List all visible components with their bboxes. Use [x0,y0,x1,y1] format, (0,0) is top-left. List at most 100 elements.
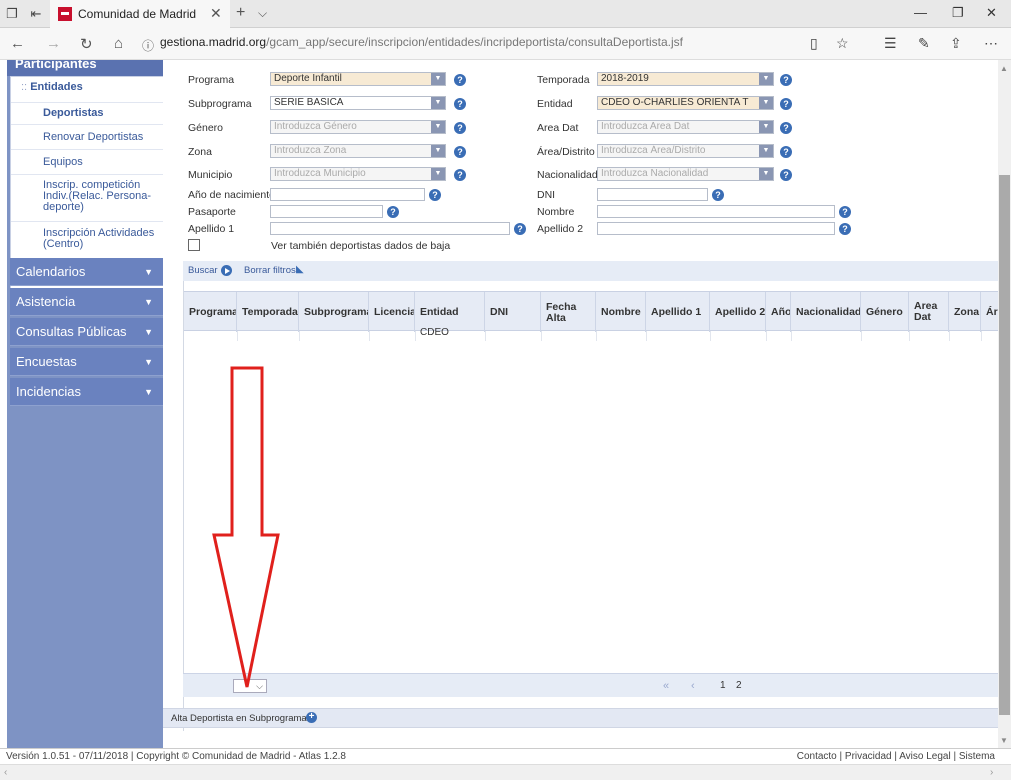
help-icon[interactable]: ? [780,122,792,134]
sidebar-section-incidencias[interactable]: Incidencias ▼ [10,378,163,406]
close-tab-icon[interactable]: ✕ [210,5,222,22]
tab-list-chevron-icon[interactable]: ⌵ [258,6,267,21]
sidebar-item-deportistas[interactable]: Deportistas [11,103,163,125]
page-2-button[interactable]: 2 [736,680,742,691]
add-plus-icon[interactable]: + [306,712,317,723]
col-genero[interactable]: Género [861,292,909,332]
dni-input[interactable] [597,188,708,201]
subprograma-select[interactable]: SERIE BASICA ▼ [270,96,446,110]
first-page-button[interactable]: « [663,680,669,692]
help-icon[interactable]: ? [429,189,441,201]
alta-deportista-button[interactable]: Alta Deportista en Subprograma [171,713,307,724]
col-temporada[interactable]: Temporada [237,292,299,332]
eraser-icon[interactable]: ◣ [296,265,308,275]
scroll-down-icon[interactable]: ▼ [1000,736,1008,745]
help-icon[interactable]: ? [454,98,466,110]
site-info-icon[interactable]: ⓘ [142,37,154,54]
col-apellido1[interactable]: Apellido 1 [646,292,710,332]
restore-icon[interactable]: ❐ [952,5,964,21]
url-field[interactable]: gestiona.madrid.org/gcam_app/secure/insc… [160,35,683,49]
browser-tab[interactable]: Comunidad de Madrid ✕ [50,0,230,28]
horizontal-scrollbar[interactable]: ‹ › [0,764,1011,780]
col-subprograma[interactable]: Subprograma [299,292,369,332]
sidebar-item-entidades[interactable]: :: Entidades [11,81,163,103]
favorite-star-icon[interactable]: ☆ [836,35,849,52]
minimize-icon[interactable]: — [914,5,927,20]
help-icon[interactable]: ? [839,206,851,218]
sidebar-section-calendarios[interactable]: Calendarios ▼ [10,258,163,286]
share-icon[interactable]: ⇪ [950,35,962,52]
col-nacionalidad[interactable]: Nacionalidad [791,292,861,332]
nombre-input[interactable] [597,205,835,218]
entidad-select[interactable]: CDEO O-CHARLIES ORIENTA T ▼ [597,96,774,110]
sidebar-section-asistencia[interactable]: Asistencia ▼ [10,288,163,316]
web-note-icon[interactable]: ✎ [918,35,930,52]
col-licencia[interactable]: Licencia [369,292,415,332]
col-apellido2[interactable]: Apellido 2 [710,292,766,332]
help-icon[interactable]: ? [712,189,724,201]
temporada-select[interactable]: 2018-2019 ▼ [597,72,774,86]
sidebar-section-encuestas[interactable]: Encuestas ▼ [10,348,163,376]
new-tab-icon[interactable]: + [236,4,245,22]
scroll-left-icon[interactable]: ‹ [4,767,7,778]
col-area-dat[interactable]: Area Dat [909,292,949,332]
help-icon[interactable]: ? [839,223,851,235]
help-icon[interactable]: ? [780,98,792,110]
scrollbar-thumb[interactable] [999,175,1010,715]
sidebar-item-inscrip-competicion[interactable]: Inscrip. competición Indiv.(Relac. Perso… [11,176,163,222]
help-icon[interactable]: ? [780,74,792,86]
col-zona[interactable]: Zona [949,292,981,332]
apellido2-input[interactable] [597,222,835,235]
col-nombre[interactable]: Nombre [596,292,646,332]
area-distrito-select[interactable]: Introduzca Área/Distrito ▼ [597,144,774,158]
vertical-scrollbar[interactable]: ▲ ▼ [998,60,1011,750]
tab-actions-icon[interactable]: ❐ [4,6,20,22]
help-icon[interactable]: ? [780,169,792,181]
apellido1-input[interactable] [270,222,510,235]
help-icon[interactable]: ? [514,223,526,235]
sidebar-section-consultas-publicas[interactable]: Consultas Públicas ▼ [10,318,163,346]
col-anio[interactable]: Año [766,292,791,332]
genero-select[interactable]: Introduzca Género ▼ [270,120,446,134]
play-icon[interactable] [221,265,232,276]
set-tabs-aside-icon[interactable]: ⇤ [28,6,44,22]
help-icon[interactable]: ? [387,206,399,218]
col-programa[interactable]: Programa [184,292,237,332]
scroll-up-icon[interactable]: ▲ [1000,64,1008,73]
sidebar-item-renovar-deportistas[interactable]: Renovar Deportistas [11,126,163,150]
sidebar-item-equipos[interactable]: Equipos [11,151,163,175]
sidebar-item-inscripcion-actividades[interactable]: Inscripción Actividades (Centro) [11,223,163,261]
programa-select[interactable]: Deporte Infantil ▼ [270,72,446,86]
municipio-select[interactable]: Introduzca Municipio ▼ [270,167,446,181]
help-icon[interactable]: ? [454,169,466,181]
pasaporte-input[interactable] [270,205,383,218]
col-fecha-alta[interactable]: Fecha Alta [541,292,596,332]
help-icon[interactable]: ? [780,146,792,158]
nacionalidad-select[interactable]: Introduzca Nacionalidad ▼ [597,167,774,181]
col-dni[interactable]: DNI [485,292,541,332]
help-icon[interactable]: ? [454,122,466,134]
buscar-button[interactable]: Buscar [188,265,218,276]
prev-page-button[interactable]: ‹ [691,680,695,692]
page-1-button[interactable]: 1 [720,680,726,691]
grid-cell-entidad[interactable]: CDEO [420,327,449,335]
zona-select[interactable]: Introduzca Zona ▼ [270,144,446,158]
help-icon[interactable]: ? [454,74,466,86]
col-area[interactable]: Áre [981,292,999,332]
scroll-right-icon[interactable]: › [990,767,993,778]
refresh-icon[interactable]: ↻ [80,35,93,53]
close-window-icon[interactable]: ✕ [986,5,997,21]
area-dat-select[interactable]: Introduzca Area Dat ▼ [597,120,774,134]
reading-view-icon[interactable]: ▯ [810,35,818,52]
back-icon[interactable]: ← [10,35,25,52]
footer-links[interactable]: Contacto | Privacidad | Aviso Legal | Si… [797,751,995,762]
help-icon[interactable]: ? [454,146,466,158]
favorites-hub-icon[interactable]: ☰ [884,35,897,52]
ver-baja-checkbox[interactable] [188,239,200,251]
anio-nacimiento-input[interactable] [270,188,425,201]
forward-icon[interactable]: → [46,35,61,52]
borrar-filtros-button[interactable]: Borrar filtros [244,265,296,276]
more-options-icon[interactable]: ⋯ [984,35,998,52]
col-entidad[interactable]: Entidad [415,292,485,332]
home-icon[interactable]: ⌂ [114,35,123,52]
